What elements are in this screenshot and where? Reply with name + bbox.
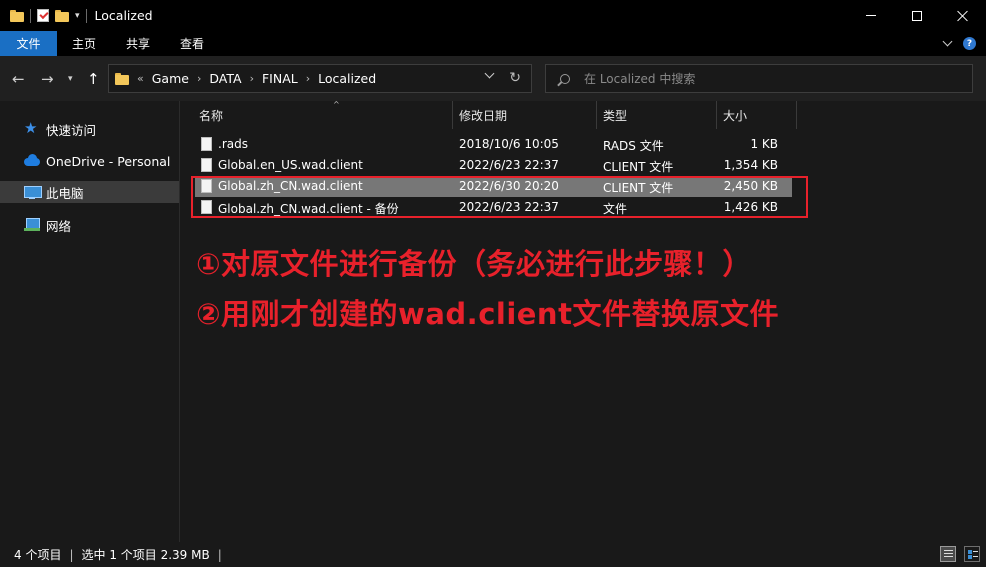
new-folder-icon[interactable] (55, 9, 69, 22)
quick-access-toolbar: ▾ (0, 0, 87, 31)
title-bar: ▾ Localized (0, 0, 986, 31)
tab-file[interactable]: 文件 (0, 31, 57, 56)
minimize-button[interactable] (848, 0, 894, 31)
breadcrumb-localized[interactable]: Localized (318, 71, 376, 86)
column-header-size[interactable]: 大小 (717, 101, 797, 129)
address-bar[interactable]: « Game › DATA › FINAL › Localized ↻ (108, 64, 532, 93)
toolbar-divider (30, 8, 31, 23)
folder-icon (115, 72, 129, 85)
annotation-step-2: ②用刚才创建的wad.client文件替换原文件 (196, 297, 779, 331)
large-icons-view-icon[interactable] (964, 546, 980, 562)
breadcrumb-game[interactable]: Game (152, 71, 189, 86)
recent-locations-button[interactable]: ▾ (68, 56, 73, 101)
maximize-icon (912, 10, 922, 21)
pc-icon (24, 185, 42, 199)
file-name: Global.en_US.wad.client (218, 158, 363, 172)
maximize-button[interactable] (894, 0, 940, 31)
breadcrumb-overflow[interactable]: « (137, 72, 144, 85)
sidebar-item-label: 快速访问 (46, 122, 97, 138)
file-size: 1,354 KB (723, 158, 778, 172)
chevron-right-icon[interactable]: › (306, 72, 310, 85)
ribbon-right: ? (942, 31, 976, 56)
file-name: .rads (218, 137, 248, 151)
breadcrumb-final[interactable]: FINAL (262, 71, 298, 86)
annotation-step-1: ①对原文件进行备份（务必进行此步骤！） (196, 247, 753, 281)
chevron-right-icon[interactable]: › (197, 72, 201, 85)
column-header-date[interactable]: 修改日期 (453, 101, 597, 129)
minimize-icon (866, 15, 876, 16)
tab-home[interactable]: 主页 (57, 31, 111, 56)
column-label: 大小 (723, 108, 748, 123)
expand-ribbon-icon[interactable] (942, 36, 953, 47)
sidebar-item-label: OneDrive - Personal (46, 153, 171, 169)
ribbon-tabs: 文件 主页 共享 查看 ? (0, 31, 986, 56)
search-placeholder[interactable]: 在 Localized 中搜索 (584, 70, 695, 87)
sidebar-item-this-pc[interactable]: 此电脑 (0, 181, 179, 203)
highlight-box (191, 176, 808, 218)
sidebar-item-quick-access[interactable]: 快速访问 (0, 118, 179, 140)
toolbar-divider (85, 8, 87, 23)
column-header-type[interactable]: 类型 (597, 101, 717, 129)
window-controls (848, 0, 986, 31)
customize-toolbar-icon[interactable]: ▾ (75, 11, 80, 21)
column-label: 类型 (603, 108, 628, 123)
item-count: 4 个项目 (14, 548, 62, 562)
sidebar-item-label: 网络 (46, 218, 72, 234)
file-row[interactable]: Global.en_US.wad.client 2022/6/23 22:37 … (195, 155, 792, 176)
folder-icon (10, 9, 24, 22)
column-label: 名称 (199, 108, 224, 123)
sidebar-item-network[interactable]: 网络 (0, 214, 179, 236)
file-icon (201, 158, 212, 172)
refresh-icon[interactable]: ↻ (509, 70, 521, 86)
navigation-pane: 快速访问 OneDrive - Personal 此电脑 网络 (0, 101, 180, 542)
search-box[interactable]: 在 Localized 中搜索 (545, 64, 973, 93)
up-button[interactable]: ↑ (87, 56, 100, 101)
breadcrumb: « Game › DATA › FINAL › Localized (137, 71, 376, 86)
navigation-bar: ← → ▾ ↑ « Game › DATA › FINAL › Localize… (0, 56, 986, 101)
file-icon (201, 137, 212, 151)
address-dropdown-icon[interactable] (484, 68, 495, 79)
view-switcher (940, 546, 980, 562)
window-title: Localized (94, 8, 153, 23)
sort-ascending-icon: ^ (333, 100, 340, 109)
file-date: 2018/10/6 10:05 (459, 137, 559, 151)
column-header-name[interactable]: ^ 名称 (193, 100, 453, 129)
tab-share[interactable]: 共享 (111, 31, 165, 56)
properties-icon[interactable] (37, 9, 49, 22)
cloud-icon (24, 154, 40, 168)
close-icon (957, 10, 969, 22)
status-bar: 4 个项目 | 选中 1 个项目 2.39 MB | (0, 542, 986, 567)
file-type: CLIENT 文件 (603, 160, 674, 174)
sidebar-item-onedrive[interactable]: OneDrive - Personal (0, 150, 179, 172)
selection-info: 选中 1 个项目 2.39 MB (81, 548, 210, 562)
close-button[interactable] (940, 0, 986, 31)
file-row[interactable]: .rads 2018/10/6 10:05 RADS 文件 1 KB (195, 134, 792, 155)
star-icon (24, 119, 40, 137)
file-size: 1 KB (750, 137, 778, 151)
chevron-right-icon[interactable]: › (250, 72, 254, 85)
network-icon (24, 218, 40, 232)
details-view-icon[interactable] (940, 546, 956, 562)
help-icon[interactable]: ? (963, 37, 976, 50)
breadcrumb-data[interactable]: DATA (209, 71, 241, 86)
forward-button[interactable]: → (41, 56, 54, 101)
status-divider: | (69, 547, 74, 562)
search-icon (560, 73, 570, 84)
status-divider: | (217, 547, 222, 562)
column-label: 修改日期 (459, 108, 508, 123)
sidebar-item-label: 此电脑 (46, 185, 84, 201)
file-date: 2022/6/23 22:37 (459, 158, 559, 172)
file-type: RADS 文件 (603, 139, 664, 153)
back-button[interactable]: ← (12, 56, 25, 101)
tab-view[interactable]: 查看 (165, 31, 219, 56)
